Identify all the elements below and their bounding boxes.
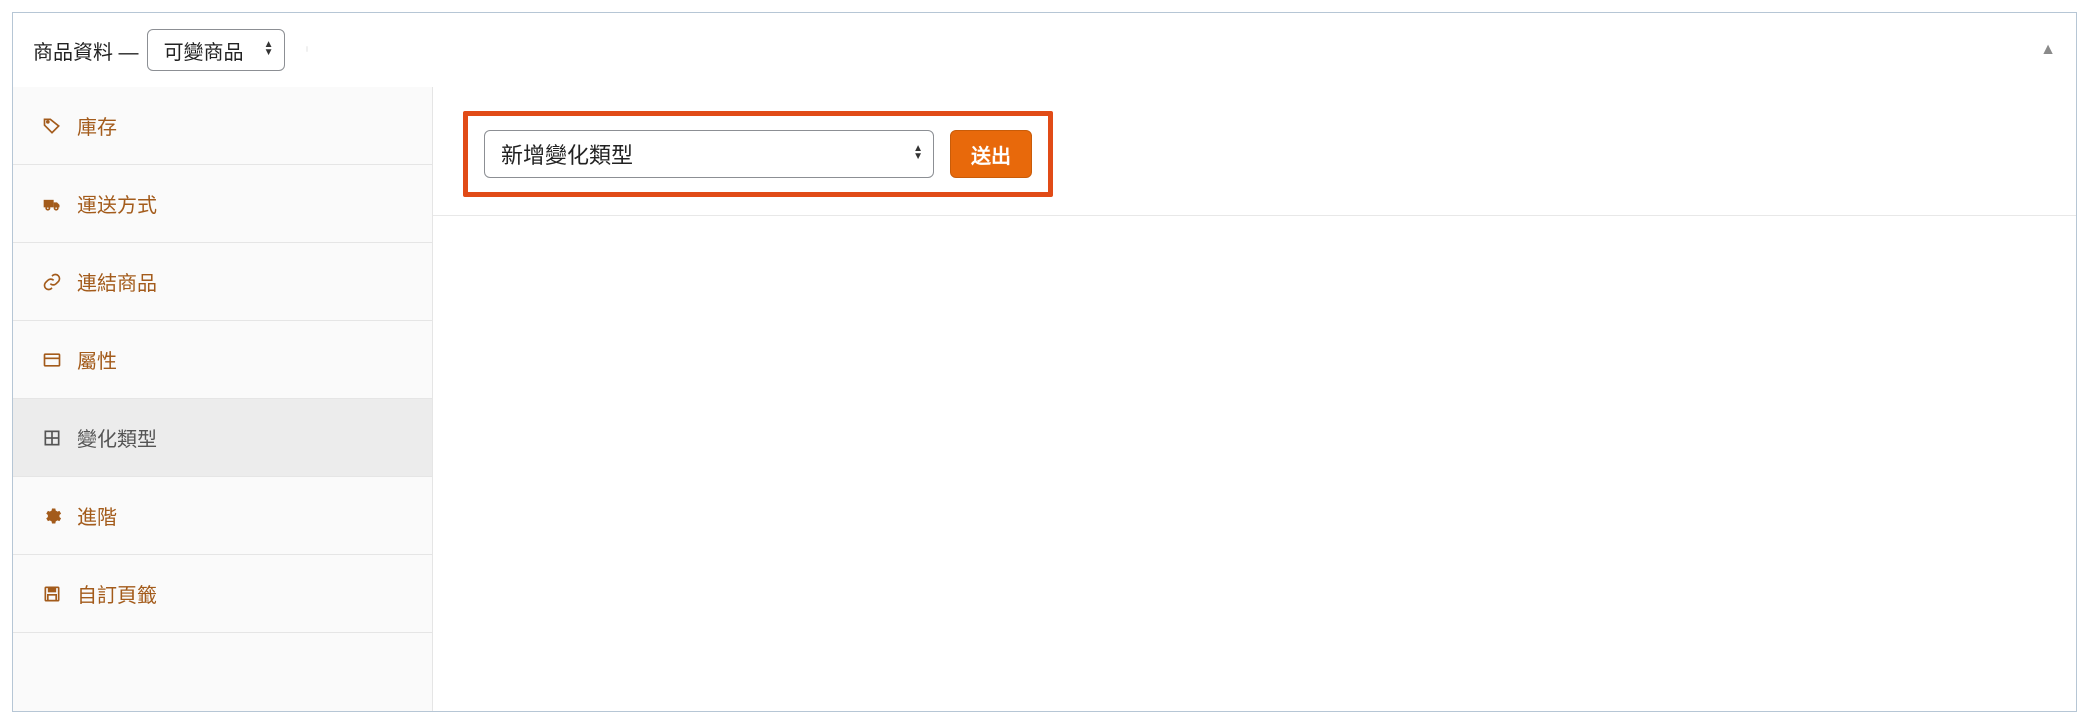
tab-inventory[interactable]: 庫存 xyxy=(13,87,432,165)
tab-variations[interactable]: 變化類型 xyxy=(13,399,432,477)
add-variation-highlight: 新增變化類型 ▲▼ 送出 xyxy=(463,111,1053,197)
tab-label: 運送方式 xyxy=(77,189,157,218)
card-icon xyxy=(41,349,63,371)
product-data-panel: 商品資料 — 可變商品 ▲▼ ▲ 庫存 運送方式 xyxy=(12,12,2077,712)
variations-content: 新增變化類型 ▲▼ 送出 xyxy=(433,87,2076,711)
collapse-toggle-icon[interactable]: ▲ xyxy=(2040,41,2056,59)
product-type-selected: 可變商品 xyxy=(164,36,244,65)
tab-shipping[interactable]: 運送方式 xyxy=(13,165,432,243)
tab-label: 自訂頁籤 xyxy=(77,579,157,608)
content-divider xyxy=(433,215,2076,216)
panel-header: 商品資料 — 可變商品 ▲▼ ▲ xyxy=(13,13,2076,87)
tab-label: 進階 xyxy=(77,501,117,530)
save-icon xyxy=(41,583,63,605)
tab-attributes[interactable]: 屬性 xyxy=(13,321,432,399)
product-type-select[interactable]: 可變商品 ▲▼ xyxy=(147,29,285,71)
tab-custom-tabs[interactable]: 自訂頁籤 xyxy=(13,555,432,633)
link-icon xyxy=(41,271,63,293)
tab-label: 屬性 xyxy=(77,345,117,374)
variation-action-selected: 新增變化類型 xyxy=(501,138,633,170)
variation-action-select[interactable]: 新增變化類型 ▲▼ xyxy=(484,130,934,178)
truck-icon xyxy=(41,193,63,215)
select-arrows-icon: ▲▼ xyxy=(264,42,274,58)
submit-button[interactable]: 送出 xyxy=(950,130,1032,178)
panel-title: 商品資料 — xyxy=(33,36,139,65)
product-tabs-sidebar: 庫存 運送方式 連結商品 屬性 xyxy=(13,87,433,711)
tab-advanced[interactable]: 進階 xyxy=(13,477,432,555)
tab-label: 連結商品 xyxy=(77,267,157,296)
tab-linked-products[interactable]: 連結商品 xyxy=(13,243,432,321)
grid-icon xyxy=(41,427,63,449)
tag-icon xyxy=(41,115,63,137)
panel-body: 庫存 運送方式 連結商品 屬性 xyxy=(13,87,2076,711)
tab-label: 庫存 xyxy=(77,111,117,140)
select-arrows-icon: ▲▼ xyxy=(913,146,923,162)
tab-label: 變化類型 xyxy=(77,423,157,452)
help-icon[interactable] xyxy=(303,41,311,60)
gear-icon xyxy=(41,505,63,527)
